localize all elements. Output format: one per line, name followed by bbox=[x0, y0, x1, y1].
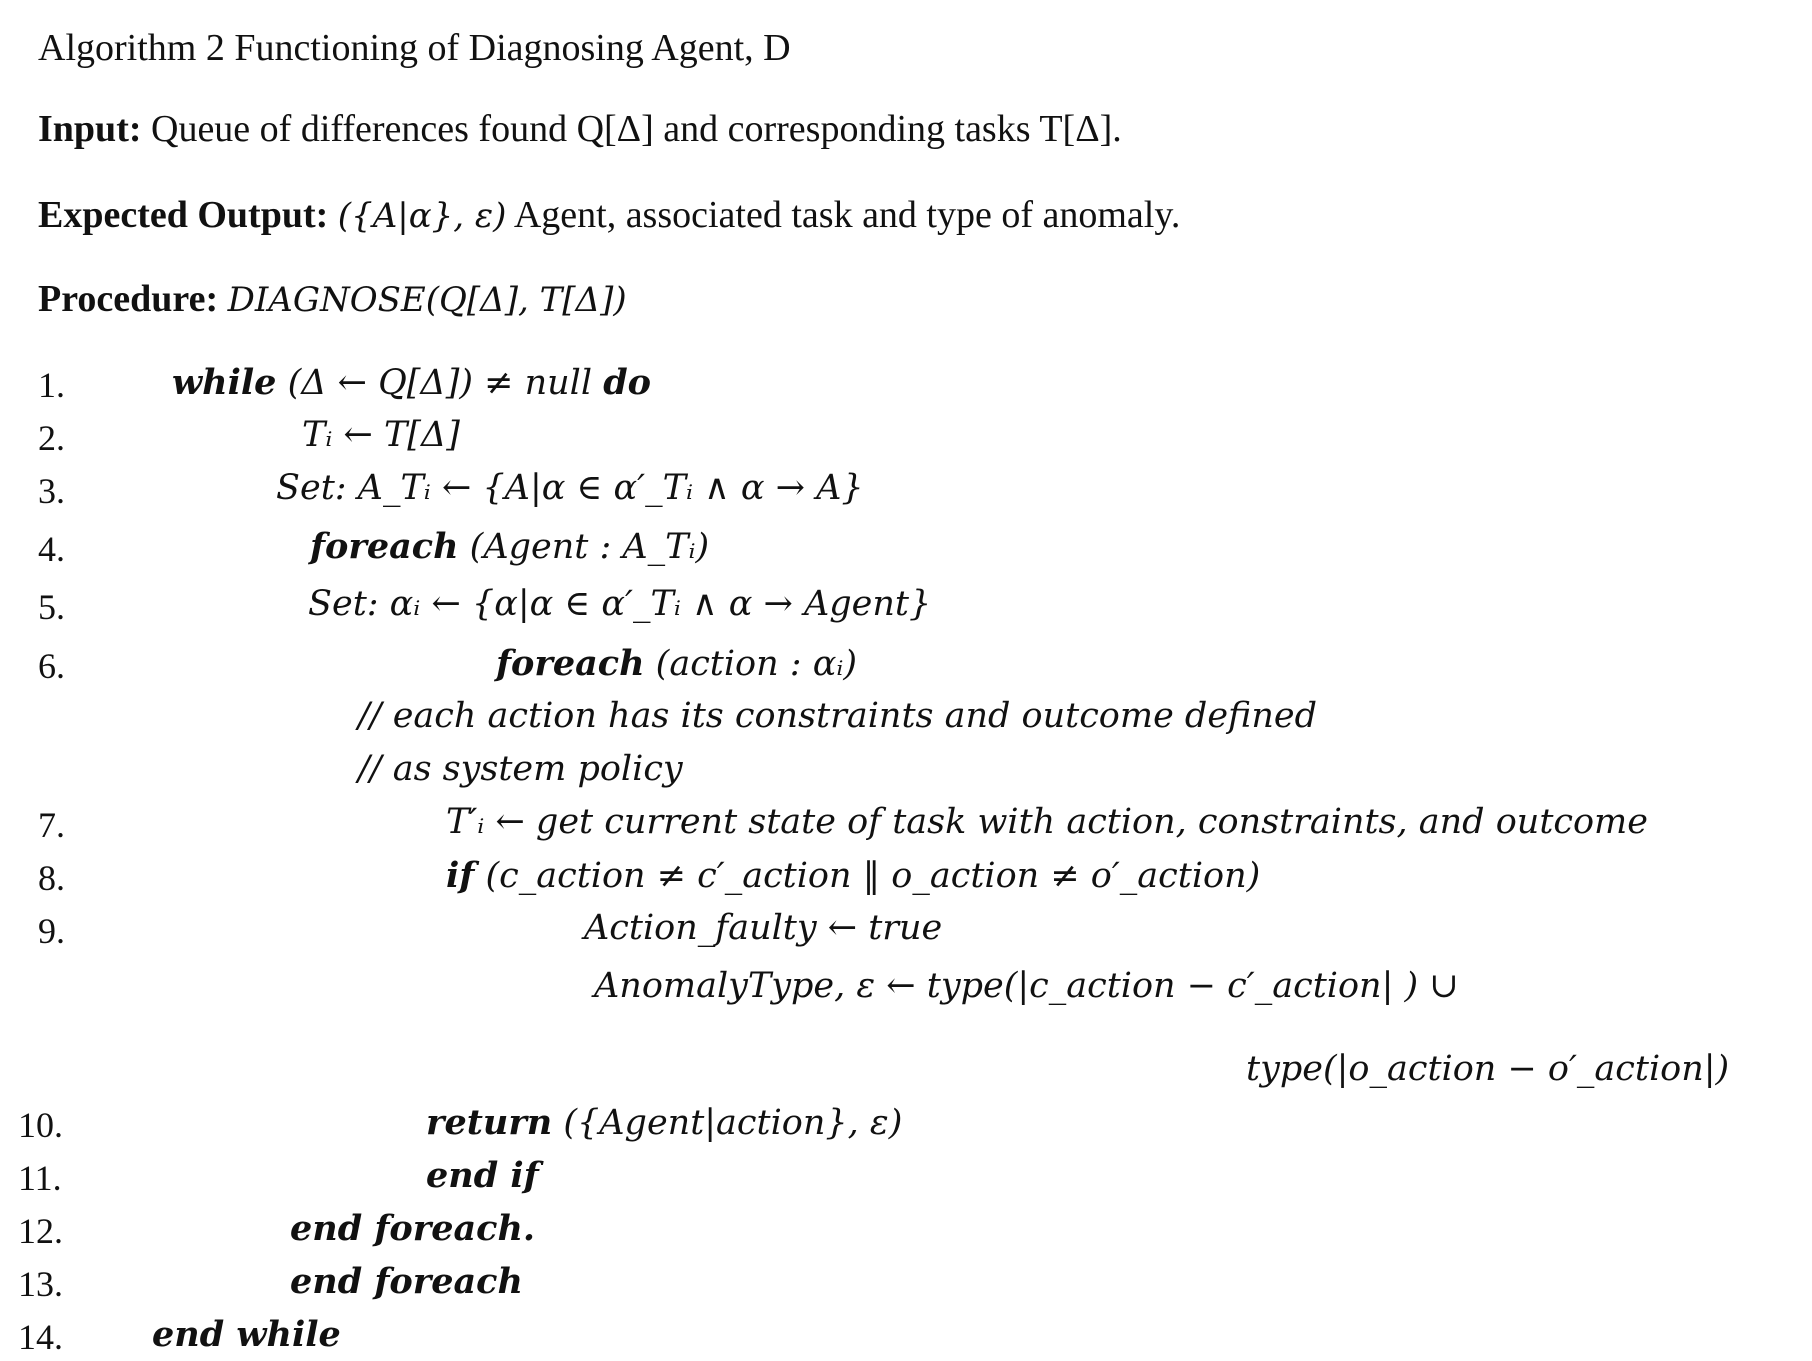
code-line: T′ᵢ ← get current state of task with act… bbox=[446, 802, 1648, 842]
line-number: 11. bbox=[18, 1158, 62, 1198]
code-text: T′ᵢ ← get current state of task with act… bbox=[446, 802, 1648, 842]
comment-line: // each action has its constraints and o… bbox=[358, 696, 1317, 736]
code-line: if (c_action ≠ c′_action ‖ o_action ≠ o′… bbox=[446, 855, 1260, 896]
line-number: 10. bbox=[18, 1105, 63, 1145]
code-line: type(|o_action − o′_action|) bbox=[1246, 1049, 1729, 1089]
keyword: end foreach. bbox=[290, 1208, 536, 1249]
keyword: end if bbox=[426, 1155, 539, 1196]
output-line: Expected Output: ({A|α}, ε) Agent, assoc… bbox=[38, 193, 1180, 237]
line-number: 7. bbox=[38, 805, 65, 845]
keyword: if bbox=[446, 855, 475, 896]
code-line: foreach (action : αᵢ) bbox=[496, 643, 857, 684]
output-label: Expected Output: bbox=[38, 194, 329, 236]
line-number: 3. bbox=[38, 471, 65, 511]
procedure-text: DIAGNOSE(Q[Δ], T[Δ]) bbox=[227, 280, 627, 320]
code-text: (c_action ≠ c′_action ‖ o_action ≠ o′_ac… bbox=[474, 856, 1261, 896]
keyword: while bbox=[172, 362, 277, 403]
comment-text: // each action has its constraints and o… bbox=[358, 696, 1318, 736]
code-line: AnomalyType, ε ← type(|c_action − c′_act… bbox=[594, 966, 1459, 1006]
code-line: end foreach. bbox=[290, 1208, 535, 1249]
algorithm-title: Algorithm 2 Functioning of Diagnosing Ag… bbox=[38, 27, 791, 69]
code-text: Tᵢ ← T[Δ] bbox=[302, 415, 460, 455]
output-math: ({A|α}, ε) bbox=[337, 196, 507, 236]
code-line: return ({Agent|action}, ε) bbox=[426, 1102, 902, 1143]
keyword: return bbox=[426, 1102, 553, 1143]
line-number: 13. bbox=[18, 1264, 63, 1304]
procedure-line: Procedure: DIAGNOSE(Q[Δ], T[Δ]) bbox=[38, 277, 627, 321]
input-line: Input: Queue of differences found Q[Δ] a… bbox=[38, 107, 1122, 151]
line-number: 4. bbox=[38, 529, 65, 569]
code-line: Set: A_Tᵢ ← {A|α ∈ α′_Tᵢ ∧ α → A} bbox=[276, 468, 864, 508]
output-text: Agent, associated task and type of anoma… bbox=[513, 194, 1181, 236]
code-line: Set: αᵢ ← {α|α ∈ α′_Tᵢ ∧ α → Agent} bbox=[308, 584, 931, 624]
line-number: 2. bbox=[38, 418, 65, 458]
code-line: foreach (Agent : A_Tᵢ) bbox=[310, 526, 709, 567]
code-text: Action_faulty ← true bbox=[584, 908, 943, 948]
input-text: Queue of differences found Q[Δ] and corr… bbox=[151, 108, 1122, 150]
code-text: ({Agent|action}, ε) bbox=[552, 1103, 903, 1143]
line-number: 12. bbox=[18, 1211, 63, 1251]
procedure-label: Procedure: bbox=[38, 278, 219, 320]
input-label: Input: bbox=[38, 108, 142, 150]
line-number: 1. bbox=[38, 365, 65, 405]
code-text: (Agent : A_Tᵢ) bbox=[458, 527, 710, 567]
keyword: end foreach bbox=[290, 1261, 523, 1302]
code-text: type(|o_action − o′_action|) bbox=[1246, 1049, 1730, 1089]
comment-line: // as system policy bbox=[358, 749, 683, 789]
code-line: Action_faulty ← true bbox=[584, 908, 942, 948]
comment-text: // as system policy bbox=[358, 749, 683, 789]
line-number: 5. bbox=[38, 587, 65, 627]
code-line: Tᵢ ← T[Δ] bbox=[302, 415, 460, 455]
keyword: foreach bbox=[496, 643, 645, 684]
code-text: Set: A_Tᵢ ← {A|α ∈ α′_Tᵢ ∧ α → A} bbox=[276, 468, 864, 508]
line-number: 9. bbox=[38, 911, 65, 951]
code-line: end while bbox=[152, 1314, 341, 1355]
code-text: Set: αᵢ ← {α|α ∈ α′_Tᵢ ∧ α → Agent} bbox=[308, 584, 932, 624]
code-line: end if bbox=[426, 1155, 539, 1196]
algorithm-document: Algorithm 2 Functioning of Diagnosing Ag… bbox=[0, 0, 1812, 1361]
line-number: 6. bbox=[38, 646, 65, 686]
code-line: while (Δ ← Q[Δ]) ≠ null do bbox=[172, 362, 651, 403]
code-text: (action : αᵢ) bbox=[644, 644, 858, 684]
line-number: 8. bbox=[38, 858, 65, 898]
line-number: 14. bbox=[18, 1317, 63, 1357]
keyword: end while bbox=[152, 1314, 341, 1355]
code-text: AnomalyType, ε ← type(|c_action − c′_act… bbox=[594, 966, 1459, 1006]
keyword: foreach bbox=[310, 526, 459, 567]
keyword: do bbox=[603, 362, 652, 403]
code-text: (Δ ← Q[Δ]) ≠ null bbox=[276, 363, 604, 403]
code-line: end foreach bbox=[290, 1261, 523, 1302]
